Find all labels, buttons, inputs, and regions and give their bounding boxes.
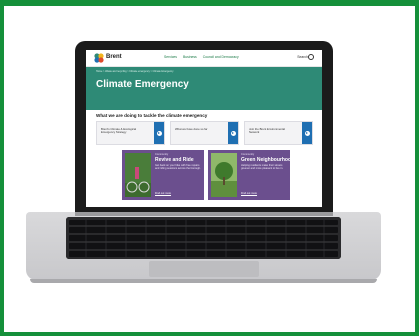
laptop-screen: Brent Services Business Council and Demo… bbox=[86, 50, 322, 207]
feature-image bbox=[125, 153, 151, 197]
laptop-lid: Brent Services Business Council and Demo… bbox=[75, 41, 333, 214]
brent-logo-icon[interactable] bbox=[94, 53, 104, 63]
feature-green-neighbourhoods[interactable]: Community Green Neighbourhoods Helping r… bbox=[208, 150, 297, 200]
search-link[interactable]: Search bbox=[297, 55, 308, 59]
arrow-right-icon bbox=[304, 130, 310, 136]
touchpad bbox=[149, 261, 259, 277]
main-nav: Services Business Council and Democracy bbox=[164, 55, 244, 59]
card-arrow-button[interactable] bbox=[154, 122, 164, 144]
nav-link-services[interactable]: Services bbox=[164, 55, 177, 59]
laptop-base bbox=[26, 212, 381, 280]
card-done-so-far[interactable]: What we have done so far bbox=[170, 121, 239, 145]
feature-category: Community bbox=[241, 153, 255, 156]
card-strategy[interactable]: Brent's Climate & Ecological Emergency S… bbox=[96, 121, 165, 145]
arrow-right-icon bbox=[230, 130, 236, 136]
card-arrow-button[interactable] bbox=[302, 122, 312, 144]
feature-description: Helping residents make their streets gre… bbox=[241, 164, 284, 171]
feature-link[interactable]: Find out more bbox=[241, 192, 257, 195]
feature-revive-and-ride[interactable]: Community Revive and Ride Get back on yo… bbox=[122, 150, 204, 200]
feature-category: Community bbox=[155, 153, 169, 156]
laptop-base-edge bbox=[30, 279, 377, 283]
arrow-right-icon bbox=[156, 130, 162, 136]
nav-link-business[interactable]: Business bbox=[183, 55, 197, 59]
nav-link-council[interactable]: Council and Democracy bbox=[203, 55, 239, 59]
breadcrumb[interactable]: Home > Waste and recycling > Climate eme… bbox=[96, 70, 173, 73]
card-environmental-network[interactable]: Join the Brent Environmental Network bbox=[244, 121, 313, 145]
site-header: Brent Services Business Council and Demo… bbox=[86, 50, 322, 67]
page-title: Climate Emergency bbox=[96, 79, 189, 90]
feature-link[interactable]: Find out more bbox=[155, 192, 171, 195]
brand-name[interactable]: Brent bbox=[106, 54, 122, 60]
card-label: Brent's Climate & Ecological Emergency S… bbox=[101, 127, 137, 135]
search-icon[interactable] bbox=[308, 54, 314, 60]
hero-banner: Home > Waste and recycling > Climate eme… bbox=[86, 67, 322, 110]
feature-image bbox=[211, 153, 237, 197]
feature-title[interactable]: Revive and Ride bbox=[155, 157, 194, 163]
card-label: What we have done so far bbox=[175, 127, 208, 131]
card-label: Join the Brent Environmental Network bbox=[249, 127, 285, 135]
section-title: What we are doing to tackle the climate … bbox=[96, 113, 208, 118]
feature-title[interactable]: Green Neighbourhoods bbox=[241, 157, 297, 163]
feature-description: Get back on your bike with free repairs … bbox=[155, 164, 201, 171]
card-arrow-button[interactable] bbox=[228, 122, 238, 144]
keyboard bbox=[66, 217, 341, 259]
laptop-hinge bbox=[75, 212, 333, 216]
